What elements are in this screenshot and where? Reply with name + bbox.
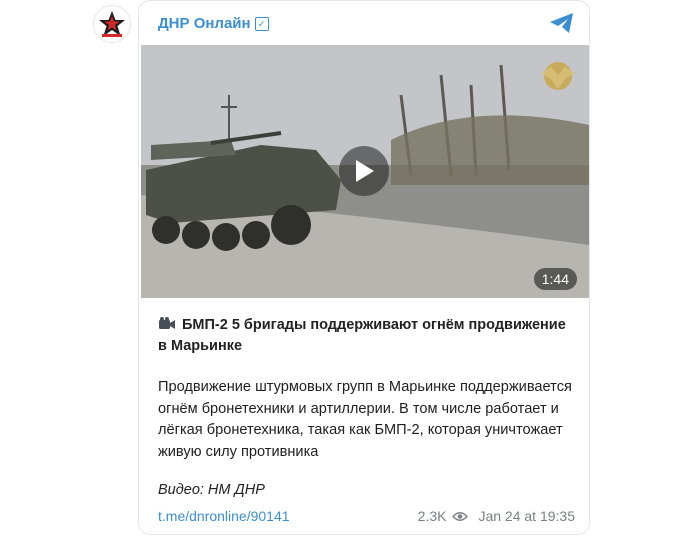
star-logo-icon: [99, 11, 125, 37]
camera-icon: [159, 317, 175, 329]
channel-name[interactable]: ДНР Онлайн: [158, 15, 251, 32]
post-footer: t.me/dnronline/90141 2.3K Jan 24 at 19:3…: [158, 508, 575, 524]
telegram-icon[interactable]: [549, 12, 575, 34]
play-button[interactable]: [339, 146, 389, 196]
post-headline: БМП-2 5 бригады поддерживают огнём продв…: [158, 315, 568, 357]
channel-header[interactable]: ДНР Онлайн ✓: [158, 15, 269, 32]
post-credit: Видео: НМ ДНР: [158, 482, 265, 498]
video-duration: 1:44: [533, 268, 577, 290]
channel-avatar[interactable]: [93, 5, 131, 43]
view-count: 2.3K: [417, 508, 447, 524]
post-body: Продвижение штурмовых групп в Марьинке п…: [158, 379, 572, 460]
post-link[interactable]: t.me/dnronline/90141: [158, 508, 290, 524]
post-date[interactable]: Jan 24 at 19:35: [478, 508, 575, 524]
verified-icon: ✓: [254, 16, 269, 31]
post-card: ДНР Онлайн ✓ 1:44 БМП-2 5 бригады поддер…: [138, 0, 590, 535]
headline-text: БМП-2 5 бригады поддерживают огнём продв…: [158, 317, 566, 354]
video-player[interactable]: 1:44: [141, 45, 589, 298]
emblem-icon: [541, 62, 575, 90]
play-icon: [356, 160, 374, 182]
eye-icon: [452, 511, 469, 521]
